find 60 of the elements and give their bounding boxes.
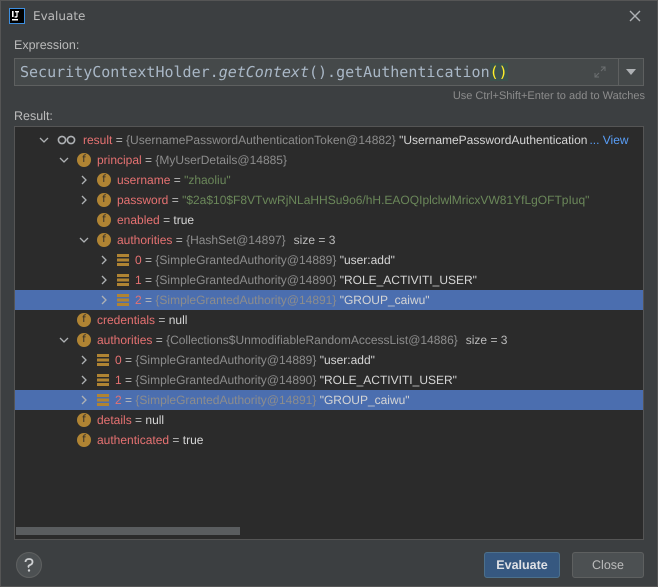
list-item-icon [97, 354, 109, 366]
field-badge: f [77, 433, 91, 447]
list-item-icon [117, 274, 129, 286]
glasses-icon [57, 135, 77, 145]
tree-row[interactable]: f credentials = null [15, 310, 643, 330]
list-item-icon [117, 294, 129, 306]
node-text: 2 = {SimpleGrantedAuthority@14891} "GROUP_caiwu" [115, 393, 410, 407]
tree-row[interactable]: f username = "zhaoliu" [15, 170, 643, 190]
window-title: Evaluate [33, 9, 86, 23]
tree-row[interactable]: f authorities = {Collections$UnmodifiableRandomAccessList@14886} size = 3 [15, 330, 643, 350]
view-link[interactable]: ... View [589, 133, 629, 147]
field-badge: f [97, 213, 111, 227]
chevron-down-icon[interactable] [59, 335, 69, 345]
node-text: credentials = null [97, 313, 188, 327]
node-text: 1 = {SimpleGrantedAuthority@14890} "ROLE_ACTIVITI_USER" [135, 273, 477, 287]
node-text: result = {UsernamePasswordAuthenticationToken@14882} "UsernamePasswordAuthentication [83, 133, 588, 147]
field-badge: f [77, 153, 91, 167]
tree-row[interactable]: f authenticated = true [15, 430, 643, 450]
node-text: enabled = true [117, 213, 194, 227]
tree-row[interactable]: 1 = {SimpleGrantedAuthority@14890} "ROLE_ACTIVITI_USER" [15, 370, 643, 390]
list-item-icon [97, 394, 109, 406]
chevron-down-icon[interactable] [79, 235, 89, 245]
list-item-icon [97, 374, 109, 386]
result-label: Result: [14, 109, 54, 123]
field-badge: f [77, 333, 91, 347]
help-icon [24, 558, 34, 572]
field-badge: f [97, 173, 111, 187]
node-text: details = null [97, 413, 164, 427]
field-badge: f [97, 193, 111, 207]
node-text: principal = {MyUserDetails@14885} [97, 153, 287, 167]
tree-row[interactable]: result = {UsernamePasswordAuthenticationToken@14882} "UsernamePasswordAuthentication ... View [15, 130, 643, 150]
tree-row[interactable]: 1 = {SimpleGrantedAuthority@14890} "ROLE_ACTIVITI_USER" [15, 270, 643, 290]
tree-row[interactable]: f authorities = {HashSet@14897} size = 3 [15, 230, 643, 250]
node-text: authorities = {HashSet@14897} size = 3 [117, 233, 336, 247]
node-text: 2 = {SimpleGrantedAuthority@14891} "GROUP_caiwu" [135, 293, 430, 307]
tree-row[interactable]: 0 = {SimpleGrantedAuthority@14889} "user:add" [15, 250, 643, 270]
help-button[interactable] [16, 552, 42, 578]
tree-row[interactable]: f enabled = true [15, 210, 643, 230]
node-text: username = "zhaoliu" [117, 173, 231, 187]
horizontal-scrollbar[interactable] [16, 527, 240, 535]
node-text: authorities = {Collections$UnmodifiableRandomAccessList@14886} size = 3 [97, 333, 508, 347]
field-badge: f [97, 233, 111, 247]
tree-row[interactable]: 0 = {SimpleGrantedAuthority@14889} "user:add" [15, 350, 643, 370]
node-text: password = "$2a$10$F8VTvwRjNLaHHSu9o6/hH.EAOQIplclwlMricxVW81YfLgOFTpIuq" [117, 193, 590, 207]
close-icon[interactable] [629, 10, 641, 22]
list-item-icon [117, 254, 129, 266]
evaluate-button[interactable]: Evaluate [484, 552, 560, 578]
node-text: 0 = {SimpleGrantedAuthority@14889} "user:add" [135, 253, 395, 267]
expression-label: Expression: [14, 38, 80, 52]
node-text: 1 = {SimpleGrantedAuthority@14890} "ROLE_ACTIVITI_USER" [115, 373, 457, 387]
tree-row[interactable]: f password = "$2a$10$F8VTvwRjNLaHHSu9o6/hH.EAOQIplclwlMricxVW81YfLgOFTpIuq" [15, 190, 643, 210]
close-button[interactable]: Close [572, 552, 644, 578]
tree-row[interactable]: f principal = {MyUserDetails@14885} [15, 150, 643, 170]
field-badge: f [77, 313, 91, 327]
node-text: 0 = {SimpleGrantedAuthority@14889} "user:add" [115, 353, 375, 367]
node-text: authenticated = true [97, 433, 204, 447]
tree-row[interactable]: f details = null [15, 410, 643, 430]
app-logo-icon [9, 8, 25, 24]
hint-text: Use Ctrl+Shift+Enter to add to Watches [452, 90, 645, 102]
field-badge: f [77, 413, 91, 427]
